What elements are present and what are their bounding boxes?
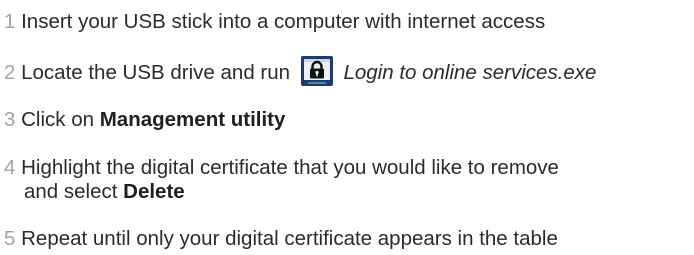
management-utility-label: Management utility [99,108,286,131]
step-number: 2 [4,61,16,84]
file-name: Login to online services.exe [343,61,597,84]
step-1: 1 Insert your USB stick into a computer … [4,10,545,34]
step-number: 1 [4,10,16,33]
step-number: 4 [4,156,16,179]
step-number: 5 [4,227,16,250]
lock-app-icon [300,55,334,89]
step-5: 5 Repeat until only your digital certifi… [4,227,558,251]
delete-label: Delete [123,180,185,203]
step-2: 2 Locate the USB drive and run Login to … [4,55,596,89]
step-3: 3 Click on Management utility [4,108,285,132]
step-text-line-2: and select [24,180,118,203]
step-text: Insert your USB stick into a computer wi… [21,10,546,33]
step-number: 3 [4,108,16,131]
step-text-line-1: Highlight the digital certificate that y… [21,156,559,179]
step-text: Click on [21,108,95,131]
step-4-continuation: and select Delete [4,180,185,204]
step-text: Locate the USB drive and run [21,61,291,84]
step-4: 4 Highlight the digital certificate that… [4,156,559,180]
step-text: Repeat until only your digital certifica… [21,227,558,250]
